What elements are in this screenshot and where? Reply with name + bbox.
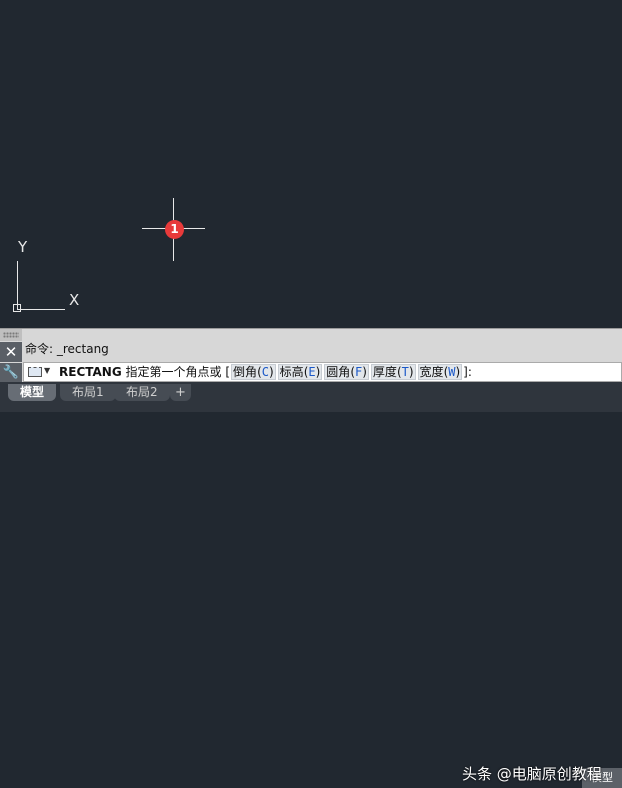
command-prompt: 指定第一个角点或	[125, 365, 222, 379]
option-open-bracket: [	[225, 365, 231, 379]
option-close-suffix: ]:	[463, 365, 472, 379]
drawing-canvas[interactable]: Y X 1	[0, 0, 622, 328]
tab-layout1[interactable]: 布局1	[60, 384, 116, 401]
option-fillet[interactable]: 圆角(F)	[324, 364, 369, 380]
recent-commands-dropdown[interactable]: ▼	[28, 366, 52, 379]
watermark-text: 头条 @电脑原创教程	[462, 765, 602, 783]
layout-tab-bar: 模型 布局1 布局2 + 模型 头条 @电脑原创教程	[0, 382, 622, 788]
option-chamfer[interactable]: 倒角(C)	[231, 364, 276, 380]
option-thickness[interactable]: 厚度(T)	[370, 364, 416, 380]
wrench-icon: 🔧	[2, 365, 20, 380]
panel-grip-handle[interactable]	[0, 329, 22, 341]
close-command-line-button[interactable]: ✕	[0, 342, 22, 362]
customize-button[interactable]: 🔧	[0, 363, 22, 383]
grip-dots-icon	[3, 332, 19, 338]
command-line-panel: ✕ 🔧 命令: _rectang ▼ RECTANG 指定第一个角点或 [倒角(…	[0, 328, 622, 383]
tab-model[interactable]: 模型	[8, 384, 57, 401]
command-input[interactable]: ▼ RECTANG 指定第一个角点或 [倒角(C) 标高(E) 圆角(F) 厚度(T)…	[23, 362, 622, 382]
add-layout-button[interactable]: +	[170, 384, 191, 401]
close-icon: ✕	[4, 343, 18, 361]
command-prompt-text: RECTANG 指定第一个角点或 [倒角(C) 标高(E) 圆角(F) 厚度(T) 宽度…	[59, 364, 472, 380]
command-prompt-icon	[28, 367, 42, 377]
ucs-x-axis	[17, 309, 65, 310]
command-history-line: 命令: _rectang	[25, 342, 109, 356]
step-marker-badge: 1	[165, 220, 184, 239]
command-name: RECTANG	[59, 365, 122, 379]
chevron-down-icon: ▼	[44, 366, 51, 375]
option-width[interactable]: 宽度(W)	[417, 364, 463, 380]
ucs-y-label: Y	[18, 238, 28, 256]
option-elevation[interactable]: 标高(E)	[277, 364, 323, 380]
ucs-y-axis	[17, 261, 18, 309]
ucs-x-label: X	[69, 291, 80, 309]
ucs-origin-box	[13, 304, 21, 312]
tab-layout2[interactable]: 布局2	[114, 384, 170, 401]
